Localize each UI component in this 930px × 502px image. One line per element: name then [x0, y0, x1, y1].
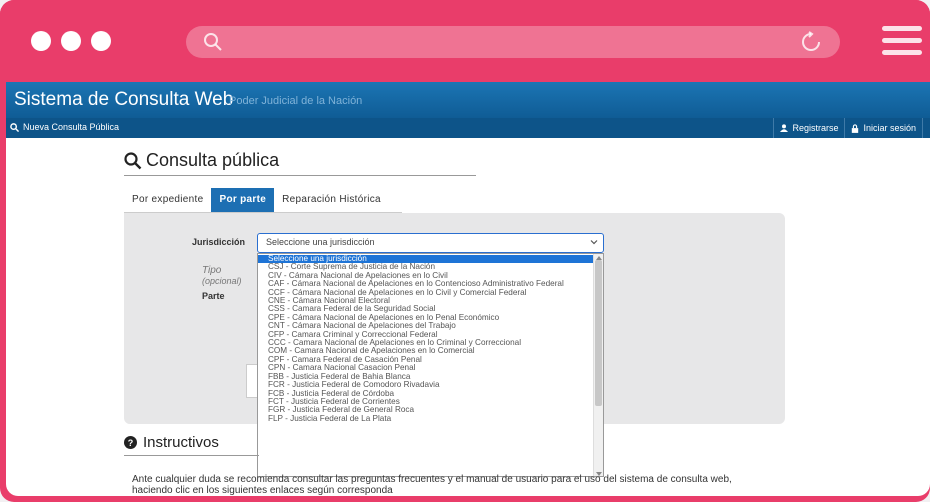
jurisdiccion-option[interactable]: CPE - Cámara Nacional de Apelaciones en … [258, 314, 594, 322]
instructivos-heading: ? Instructivos [124, 434, 219, 451]
jurisdiccion-option[interactable]: CSJ - Corte Suprema de Justicia de la Na… [258, 263, 594, 271]
jurisdiccion-option[interactable]: CPF - Camara Federal de Casación Penal [258, 356, 594, 364]
navbar: Nueva Consulta Pública Registrarse Inici… [6, 118, 930, 138]
jurisdiccion-option-list: Seleccione una jurisdicción CSJ - Corte S… [258, 255, 594, 423]
web-page: Sistema de Consulta Web Poder Judicial d… [6, 82, 930, 496]
jurisdiccion-option[interactable]: FCT - Justicia Federal de Corrientes [258, 398, 594, 406]
jurisdiccion-option[interactable]: COM - Camara Nacional de Apelaciones en … [258, 347, 594, 355]
tab-por-expediente[interactable]: Por expediente [124, 188, 211, 212]
jurisdiccion-option[interactable]: FLP - Justicia Federal de La Plata [258, 415, 594, 423]
browser-window: Sistema de Consulta Web Poder Judicial d… [0, 0, 930, 502]
jurisdiccion-dropdown[interactable]: Seleccione una jurisdicción CSJ - Corte S… [257, 253, 604, 477]
login-label: Iniciar sesión [863, 123, 916, 133]
jurisdiccion-option[interactable]: FCB - Justicia Federal de Córdoba [258, 390, 594, 398]
nav-right: Registrarse Iniciar sesión [773, 118, 930, 138]
tab-por-parte[interactable]: Por parte [211, 188, 275, 212]
jurisdiccion-option[interactable]: CIV - Cámara Nacional de Apelaciones en … [258, 272, 594, 280]
jurisdiccion-option[interactable]: FBB - Justicia Federal de Bahia Blanca [258, 373, 594, 381]
search-icon [10, 122, 19, 132]
tab-reparacion-historica[interactable]: Reparación Histórica [274, 188, 389, 212]
site-subtitle: Poder Judicial de la Nación [229, 95, 363, 107]
jurisdiccion-option[interactable]: CPN - Camara Nacional Casacion Penal [258, 364, 594, 372]
lock-icon [852, 123, 859, 133]
tipo-label: Tipo [202, 265, 222, 276]
nav-edge [922, 118, 930, 138]
instructivos-text-line1: Ante cualquier duda se recomienda consul… [132, 474, 732, 485]
reload-icon[interactable] [800, 31, 822, 53]
site-header: Sistema de Consulta Web Poder Judicial d… [6, 82, 930, 118]
url-bar[interactable] [186, 26, 840, 58]
search-tabs: Por expediente Por parte Reparación Hist… [124, 188, 389, 212]
jurisdiccion-option[interactable]: FCR - Justicia Federal de Comodoro Rivad… [258, 381, 594, 389]
user-icon [780, 124, 789, 132]
jurisdiccion-select-value: Seleccione una jurisdicción [266, 237, 375, 247]
dropdown-scrollbar[interactable] [593, 254, 603, 476]
window-dot-3[interactable] [91, 31, 111, 51]
jurisdiccion-option[interactable]: CSS - Camara Federal de la Seguridad Soc… [258, 305, 594, 313]
instructivos-divider [124, 455, 259, 456]
jurisdiccion-option[interactable]: CCC - Camara Nacional de Apelaciones en … [258, 339, 594, 347]
page-title-block: Consulta pública [124, 148, 476, 176]
scrollbar-thumb[interactable] [595, 260, 602, 406]
site-title: Sistema de Consulta Web [14, 89, 234, 110]
nav-new-search[interactable]: Nueva Consulta Pública [10, 122, 119, 132]
jurisdiccion-option[interactable]: CNT - Cámara Nacional de Apelaciones del… [258, 322, 594, 330]
browser-chrome [0, 0, 930, 82]
instructivos-text: Ante cualquier duda se recomienda consul… [132, 474, 832, 496]
question-icon: ? [124, 436, 137, 449]
jurisdiccion-option[interactable]: FGR - Justicia Federal de General Roca [258, 406, 594, 414]
nav-new-search-label: Nueva Consulta Pública [23, 122, 120, 132]
chevron-down-icon [590, 240, 598, 245]
search-icon [124, 152, 142, 170]
register-link[interactable]: Registrarse [773, 118, 844, 138]
jurisdiccion-option[interactable]: CNE - Cámara Nacional Electoral [258, 297, 594, 305]
jurisdiccion-option[interactable]: CCF - Cámara Nacional de Apelaciones en … [258, 289, 594, 297]
svg-text:?: ? [128, 438, 134, 448]
register-label: Registrarse [792, 123, 839, 133]
search-icon [204, 33, 222, 51]
parte-label: Parte [202, 291, 225, 301]
jurisdiccion-option[interactable]: CAF - Cámara Nacional de Apelaciones en … [258, 280, 594, 288]
jurisdiccion-option[interactable]: CFP - Camara Criminal y Correccional Fed… [258, 331, 594, 339]
instructivos-text-line2: haciendo clic en los siguientes enlaces … [132, 485, 393, 496]
jurisdiccion-select[interactable]: Seleccione una jurisdicción [257, 233, 604, 253]
jurisdiccion-option[interactable]: Seleccione una jurisdicción [258, 255, 594, 264]
jurisdiccion-label: Jurisdicción [192, 237, 246, 247]
instructivos-title: Instructivos [143, 434, 219, 451]
menu-icon[interactable] [882, 26, 922, 60]
login-link[interactable]: Iniciar sesión [844, 118, 922, 138]
opcional-label: (opcional) [202, 276, 242, 286]
window-dot-2[interactable] [61, 31, 81, 51]
window-dot-1[interactable] [31, 31, 51, 51]
page-title: Consulta pública [146, 150, 280, 170]
